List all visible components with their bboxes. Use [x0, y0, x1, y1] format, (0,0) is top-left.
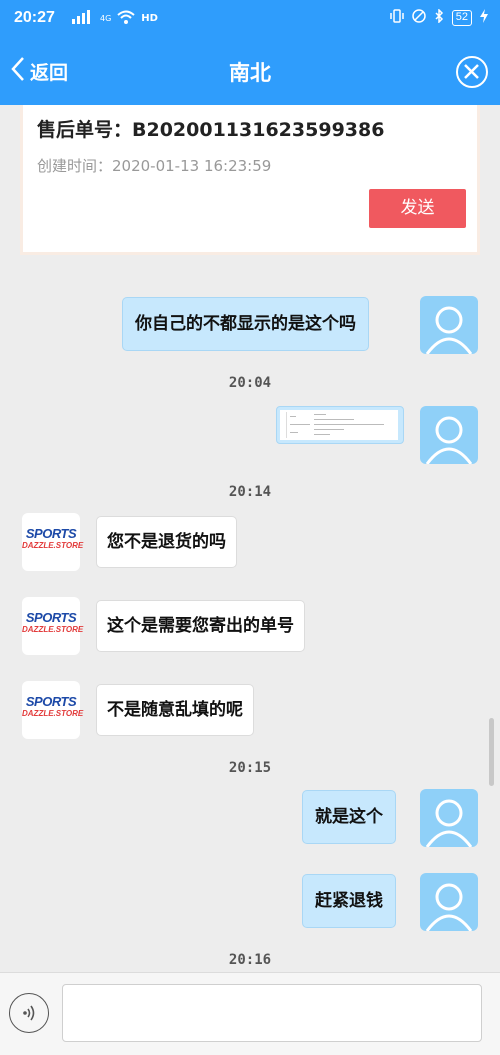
status-right-icons: 52: [390, 8, 488, 27]
dnd-icon: [412, 9, 426, 27]
shop-logo-line1: SPORTS: [25, 610, 77, 625]
title-bar: 返回 南北: [0, 37, 500, 105]
signal-type-label: 4G: [100, 14, 112, 23]
message-bubble-right[interactable]: 赶紧退钱: [302, 874, 396, 928]
hd-label: HD: [141, 13, 158, 24]
message-bubble-right[interactable]: 你自己的不都显示的是这个吗: [122, 297, 369, 351]
user-avatar[interactable]: [420, 789, 478, 847]
user-avatar[interactable]: [420, 873, 478, 931]
message-bubble-left[interactable]: 这个是需要您寄出的单号: [96, 600, 305, 652]
user-avatar[interactable]: [420, 406, 478, 464]
user-avatar[interactable]: [420, 296, 478, 354]
status-left-icons: 4G HD: [72, 10, 158, 27]
shop-avatar[interactable]: SPORTS DAZZLE.STORE: [22, 513, 84, 571]
order-card: 售后单号：B202001131623599386 创建时间：2020-01-13…: [20, 105, 480, 255]
order-created-time: 创建时间：2020-01-13 16:23:59: [37, 157, 272, 175]
shop-avatar[interactable]: SPORTS DAZZLE.STORE: [22, 681, 84, 739]
signal-icon: [72, 10, 94, 27]
shop-logo-line2: DAZZLE.STORE: [22, 709, 84, 718]
battery-level: 52: [451, 10, 472, 26]
time-divider: 20:14: [228, 484, 272, 500]
user-avatar-icon: [425, 799, 473, 847]
time-divider: 20:16: [228, 952, 272, 968]
image-message-bubble[interactable]: [276, 406, 404, 444]
shop-logo-line2: DAZZLE.STORE: [22, 625, 84, 634]
close-button[interactable]: [456, 56, 488, 88]
shop-logo-line2: DAZZLE.STORE: [22, 541, 84, 550]
message-bubble-right[interactable]: 就是这个: [302, 790, 396, 844]
time-divider: 20:04: [228, 375, 272, 391]
vibrate-icon: [390, 9, 404, 27]
charging-icon: [480, 9, 488, 27]
wifi-icon: [117, 10, 135, 27]
shop-avatar[interactable]: SPORTS DAZZLE.STORE: [22, 597, 84, 655]
message-bubble-left[interactable]: 不是随意乱填的呢: [96, 684, 254, 736]
time-divider: 20:15: [228, 760, 272, 776]
message-input[interactable]: [62, 984, 482, 1042]
order-number: 售后单号：B202001131623599386: [37, 119, 385, 141]
send-button[interactable]: 发送: [369, 189, 466, 228]
shop-logo-line1: SPORTS: [25, 694, 77, 709]
bluetooth-icon: [434, 8, 444, 27]
user-avatar-icon: [425, 416, 473, 464]
input-bar: [0, 972, 500, 1055]
shop-logo-line1: SPORTS: [25, 526, 77, 541]
scrollbar[interactable]: [489, 718, 494, 786]
user-avatar-icon: [425, 306, 473, 354]
page-title: 南北: [229, 61, 271, 85]
user-avatar-icon: [425, 883, 473, 931]
status-time: 20:27: [14, 9, 55, 26]
status-bar: 20:27 4G HD 52: [0, 0, 500, 37]
image-thumbnail: [280, 410, 398, 440]
message-bubble-left[interactable]: 您不是退货的吗: [96, 516, 237, 568]
voice-button[interactable]: [9, 993, 49, 1033]
